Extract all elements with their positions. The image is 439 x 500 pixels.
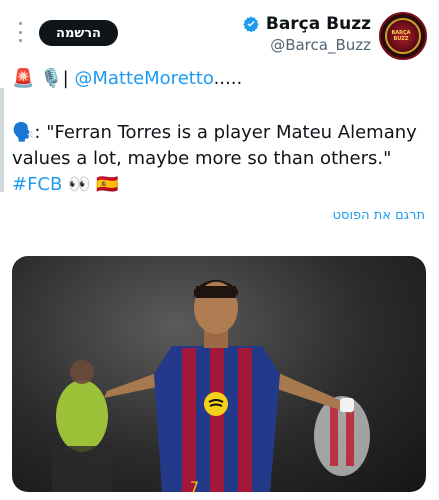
microphone-emoji-icon: 🎙️ — [40, 68, 63, 89]
quote-text: : "Ferran Torres is a player Mateu Alema… — [12, 122, 417, 169]
line1-suffix: ..... — [213, 68, 243, 89]
tweet-body: 🗣️: "Ferran Torres is a player Mateu Ale… — [12, 120, 432, 198]
speaking-head-emoji-icon: 🗣️ — [12, 122, 35, 143]
separator: | — [62, 68, 69, 89]
user-handle[interactable]: @Barca_Buzz — [242, 36, 371, 54]
mention-link[interactable]: @MatteMoretto — [74, 68, 213, 89]
display-name[interactable]: Barça Buzz — [266, 14, 371, 34]
author-block[interactable]: Barça Buzz @Barca_Buzz — [242, 14, 371, 54]
hashtag-link[interactable]: #FCB — [12, 174, 62, 195]
verified-badge-icon — [242, 15, 260, 33]
follow-button[interactable]: הרשמה — [39, 20, 118, 46]
avatar[interactable]: BARÇA BUZZ — [379, 12, 427, 60]
translate-post-link[interactable]: תרגם את הפוסט — [333, 208, 425, 223]
tweet-line-1: 🚨 🎙️| @MatteMoretto..... — [12, 66, 432, 92]
jersey-number: 7 — [190, 480, 199, 492]
more-options-icon[interactable] — [14, 22, 26, 42]
siren-emoji-icon: 🚨 — [12, 68, 35, 89]
avatar-logo-text: BARÇA BUZZ — [391, 30, 411, 42]
tweet-header: BARÇA BUZZ Barça Buzz @Barca_Buzz הרשמה — [0, 0, 439, 64]
tweet-media-image[interactable]: 7 — [12, 256, 426, 492]
spain-flag-emoji-icon: 🇪🇸 — [96, 174, 119, 195]
thread-accent-bar — [0, 88, 4, 192]
eyes-emoji-icon: 👀 — [68, 174, 91, 195]
